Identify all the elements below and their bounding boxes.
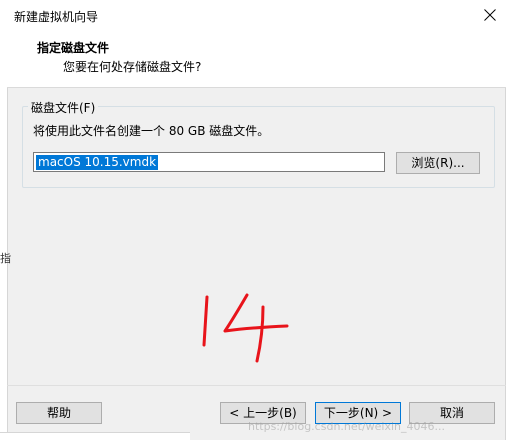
close-button[interactable] xyxy=(467,0,513,31)
background-window-right xyxy=(505,31,513,440)
disk-file-name-input[interactable]: macOS 10.15.vmdk xyxy=(33,152,385,172)
title-bar: 新建虚拟机向导 xyxy=(0,0,513,31)
footer-divider xyxy=(7,385,506,386)
window-title: 新建虚拟机向导 xyxy=(14,10,99,24)
close-icon xyxy=(484,9,496,21)
browse-button[interactable]: 浏览(R)... xyxy=(396,152,480,174)
disk-file-group-label: 磁盘文件(F) xyxy=(28,99,99,116)
disk-file-description: 将使用此文件名创建一个 80 GB 磁盘文件。 xyxy=(33,124,270,138)
watermark: https://blog.csdn.net/weixin_4046... xyxy=(248,420,446,433)
background-text-fragment: 指 xyxy=(0,252,11,265)
handwritten-number-annotation xyxy=(195,285,295,368)
page-title: 指定磁盘文件 xyxy=(37,41,110,55)
page-subtitle: 您要在何处存储磁盘文件? xyxy=(63,60,202,74)
background-window-bottom xyxy=(0,432,190,440)
new-vm-wizard-window: 新建虚拟机向导 指 指定磁盘文件 您要在何处存储磁盘文件? 磁盘文件(F) 将使… xyxy=(0,0,513,440)
wizard-header: 指定磁盘文件 您要在何处存储磁盘文件? xyxy=(7,31,506,88)
selected-input-text: macOS 10.15.vmdk xyxy=(36,155,159,170)
background-window-left xyxy=(0,31,8,440)
disk-file-groupbox xyxy=(22,106,495,188)
help-button[interactable]: 帮助 xyxy=(16,402,102,424)
